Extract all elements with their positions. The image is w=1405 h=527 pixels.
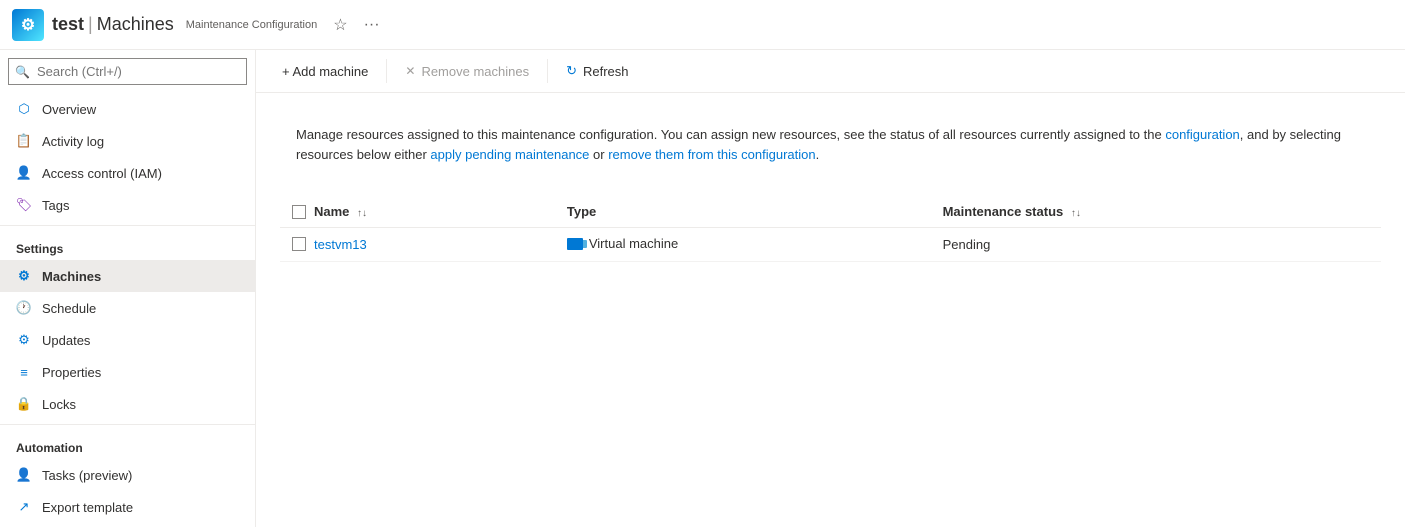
locks-icon: 🔒 (16, 396, 32, 412)
sidebar-label-properties: Properties (42, 365, 101, 380)
toolbar: + Add machine ✕ Remove machines ↻ Refres… (256, 50, 1405, 93)
main-content: + Add machine ✕ Remove machines ↻ Refres… (256, 50, 1405, 527)
sidebar-label-tasks: Tasks (preview) (42, 468, 132, 483)
info-link-2[interactable]: apply pending maintenance (430, 147, 589, 162)
column-name-label: Name ↑↓ (314, 204, 367, 219)
sidebar-item-properties[interactable]: ≡ Properties (0, 356, 255, 388)
machines-table: Name ↑↓ Type Maintenance status ↑↓ (280, 196, 1381, 262)
remove-icon: ✕ (405, 64, 415, 78)
favorite-button[interactable]: ☆ (329, 11, 351, 39)
refresh-label: Refresh (583, 64, 629, 79)
info-box: Manage resources assigned to this mainte… (272, 109, 1389, 180)
vm-type-icon (567, 238, 583, 250)
column-type-label: Type (567, 204, 596, 219)
machines-icon: ⚙ (16, 268, 32, 284)
table-row: testvm13 Virtual machine Pending (280, 228, 1381, 262)
toolbar-separator-2 (547, 59, 548, 83)
column-header-checkbox: Name ↑↓ (280, 196, 555, 228)
sidebar-label-tags: Tags (42, 198, 69, 213)
column-header-maintenance-status: Maintenance status ↑↓ (931, 196, 1381, 228)
search-input[interactable] (8, 58, 247, 85)
header-separator: | (88, 14, 93, 35)
vm-type-cell: Virtual machine (567, 236, 678, 251)
sidebar-label-iam: Access control (IAM) (42, 166, 162, 181)
table-cell-name: testvm13 (280, 228, 555, 262)
name-sort-icon[interactable]: ↑↓ (357, 208, 367, 219)
info-link-1[interactable]: configuration (1165, 127, 1239, 142)
sidebar-label-schedule: Schedule (42, 301, 96, 316)
sidebar-label-activity: Activity log (42, 134, 104, 149)
vm-type-label: Virtual machine (589, 236, 678, 251)
overview-icon: ⬡ (16, 101, 32, 117)
toolbar-separator-1 (386, 59, 387, 83)
vm-name-link[interactable]: testvm13 (314, 237, 367, 252)
sidebar-item-locks[interactable]: 🔒 Locks (0, 388, 255, 420)
tags-icon: 🏷 (16, 197, 32, 213)
sidebar-item-export[interactable]: ↗ Export template (0, 491, 255, 523)
refresh-button[interactable]: ↻ Refresh (556, 58, 638, 84)
updates-icon: ⚙ (16, 332, 32, 348)
table-container: Name ↑↓ Type Maintenance status ↑↓ (256, 196, 1405, 262)
tasks-icon: 👤 (16, 467, 32, 483)
resource-name: test (52, 14, 84, 35)
top-header: ⚙ test | Machines Maintenance Configurat… (0, 0, 1405, 50)
settings-section-label: Settings (0, 230, 255, 260)
refresh-icon: ↻ (566, 63, 577, 79)
sidebar-item-access-control[interactable]: 👤 Access control (IAM) (0, 157, 255, 189)
app-icon: ⚙ (12, 9, 44, 41)
column-header-type: Type (555, 196, 931, 228)
sidebar-label-updates: Updates (42, 333, 90, 348)
iam-icon: 👤 (16, 165, 32, 181)
divider-automation (0, 424, 255, 425)
header-subtitle: Maintenance Configuration (186, 19, 317, 31)
main-layout: 🔍 ⬡ Overview 📋 Activity log 👤 Access con… (0, 50, 1405, 527)
remove-machines-button[interactable]: ✕ Remove machines (395, 59, 539, 84)
sidebar-item-updates[interactable]: ⚙ Updates (0, 324, 255, 356)
table-cell-type: Virtual machine (555, 228, 931, 262)
search-icon: 🔍 (15, 65, 30, 79)
properties-icon: ≡ (16, 364, 32, 380)
automation-section-label: Automation (0, 429, 255, 459)
sidebar-label-overview: Overview (42, 102, 96, 117)
schedule-icon: 🕐 (16, 300, 32, 316)
sidebar-label-export: Export template (42, 500, 133, 515)
sidebar-item-overview[interactable]: ⬡ Overview (0, 93, 255, 125)
table-body: testvm13 Virtual machine Pending (280, 228, 1381, 262)
info-link-3[interactable]: remove them from this configuration (608, 147, 815, 162)
sidebar-item-schedule[interactable]: 🕐 Schedule (0, 292, 255, 324)
sidebar-label-machines: Machines (42, 269, 101, 284)
table-cell-status: Pending (931, 228, 1381, 262)
info-text: Manage resources assigned to this mainte… (296, 125, 1365, 164)
sidebar-label-locks: Locks (42, 397, 76, 412)
sidebar-item-machines[interactable]: ⚙ Machines (0, 260, 255, 292)
status-sort-icon[interactable]: ↑↓ (1071, 208, 1081, 219)
header-actions: ☆ ··· (329, 11, 383, 39)
table-header: Name ↑↓ Type Maintenance status ↑↓ (280, 196, 1381, 228)
sidebar: 🔍 ⬡ Overview 📋 Activity log 👤 Access con… (0, 50, 256, 527)
sidebar-item-tasks[interactable]: 👤 Tasks (preview) (0, 459, 255, 491)
sidebar-item-activity-log[interactable]: 📋 Activity log (0, 125, 255, 157)
select-all-checkbox[interactable] (292, 205, 306, 219)
header-title: test | Machines (52, 14, 174, 35)
remove-machines-label: Remove machines (421, 64, 529, 79)
sidebar-item-tags[interactable]: 🏷 Tags (0, 189, 255, 221)
activity-icon: 📋 (16, 133, 32, 149)
more-options-button[interactable]: ··· (360, 12, 384, 38)
column-status-label: Maintenance status ↑↓ (943, 204, 1081, 219)
add-machine-label: + Add machine (282, 64, 368, 79)
header-page: Machines (97, 14, 174, 35)
divider-settings (0, 225, 255, 226)
export-icon: ↗ (16, 499, 32, 515)
add-machine-button[interactable]: + Add machine (272, 59, 378, 84)
search-container: 🔍 (8, 58, 247, 85)
row-checkbox[interactable] (292, 237, 306, 251)
